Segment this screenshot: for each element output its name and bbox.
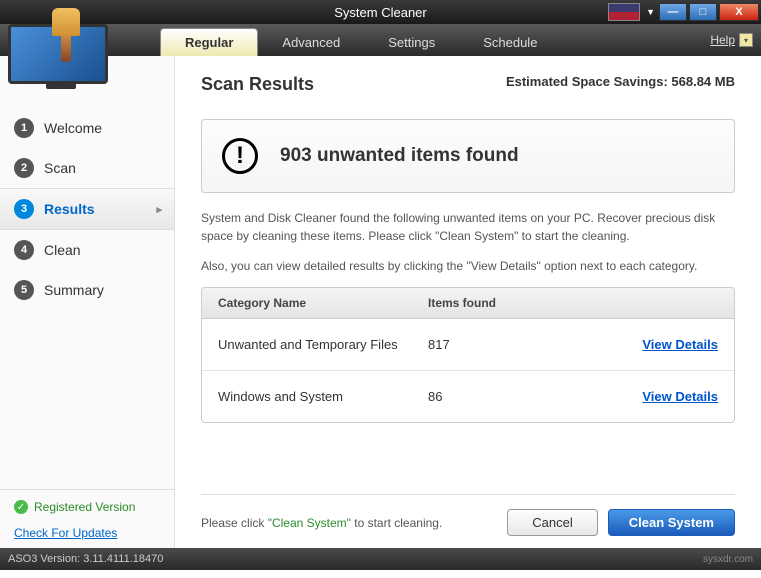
step-number-icon: 3: [14, 199, 34, 219]
version-label: ASO3 Version: 3.11.4111.18470: [8, 553, 163, 565]
footer-row: Please click "Clean System" to start cle…: [201, 494, 735, 536]
cell-category: Windows and System: [218, 389, 428, 404]
cell-items: 817: [428, 337, 588, 352]
sidebar-step-scan[interactable]: 2 Scan: [0, 148, 174, 188]
description-1: System and Disk Cleaner found the follow…: [201, 209, 735, 245]
check-icon: ✓: [14, 500, 28, 514]
cell-items: 86: [428, 389, 588, 404]
app-logo-area: [0, 56, 174, 96]
tab-schedule[interactable]: Schedule: [459, 28, 561, 56]
sidebar: 1 Welcome 2 Scan 3 Results 4 Clean 5 Sum…: [0, 56, 175, 548]
close-button[interactable]: X: [719, 3, 759, 21]
sidebar-step-clean[interactable]: 4 Clean: [0, 230, 174, 270]
help-label: Help: [710, 33, 735, 47]
language-dropdown-icon[interactable]: ▼: [642, 7, 659, 17]
col-header-category: Category Name: [218, 296, 428, 310]
help-dropdown-icon[interactable]: ▾: [739, 33, 753, 47]
cell-category: Unwanted and Temporary Files: [218, 337, 428, 352]
view-details-link[interactable]: View Details: [642, 389, 718, 404]
table-row: Windows and System 86 View Details: [202, 371, 734, 422]
description-2: Also, you can view detailed results by c…: [201, 257, 735, 275]
step-label: Clean: [44, 242, 81, 258]
tab-settings[interactable]: Settings: [364, 28, 459, 56]
tab-advanced[interactable]: Advanced: [258, 28, 364, 56]
clean-system-button[interactable]: Clean System: [608, 509, 735, 536]
window-title: System Cleaner: [334, 5, 426, 20]
registered-version-label: ✓ Registered Version: [14, 500, 160, 514]
status-bar: ASO3 Version: 3.11.4111.18470 sysxdr.com: [0, 548, 761, 570]
maximize-button[interactable]: □: [689, 3, 717, 21]
results-table: Category Name Items found Unwanted and T…: [201, 287, 735, 423]
col-header-items: Items found: [428, 296, 588, 310]
title-bar: System Cleaner ▼ — □ X: [0, 0, 761, 24]
cancel-button[interactable]: Cancel: [507, 509, 597, 536]
check-updates-link[interactable]: Check For Updates: [14, 526, 160, 540]
space-savings-label: Estimated Space Savings: 568.84 MB: [506, 74, 735, 89]
alert-box: ! 903 unwanted items found: [201, 119, 735, 193]
clean-system-hint-link[interactable]: "Clean System": [268, 516, 351, 530]
alert-text: 903 unwanted items found: [280, 145, 519, 167]
footer-hint: Please click "Clean System" to start cle…: [201, 516, 442, 530]
step-number-icon: 2: [14, 158, 34, 178]
watermark: sysxdr.com: [703, 554, 753, 565]
table-row: Unwanted and Temporary Files 817 View De…: [202, 319, 734, 371]
menu-bar: aso Regular Advanced Settings Schedule H…: [0, 24, 761, 56]
view-details-link[interactable]: View Details: [642, 337, 718, 352]
warning-icon: !: [222, 138, 258, 174]
step-label: Results: [44, 201, 95, 217]
sidebar-step-welcome[interactable]: 1 Welcome: [0, 108, 174, 148]
step-number-icon: 5: [14, 280, 34, 300]
content-area: Scan Results Estimated Space Savings: 56…: [175, 56, 761, 548]
sidebar-step-results[interactable]: 3 Results: [0, 188, 174, 230]
step-number-icon: 4: [14, 240, 34, 260]
step-label: Scan: [44, 160, 76, 176]
language-flag-icon[interactable]: [608, 3, 640, 21]
help-menu[interactable]: Help ▾: [710, 24, 753, 56]
page-title: Scan Results: [201, 74, 314, 95]
tab-regular[interactable]: Regular: [160, 28, 258, 56]
step-label: Welcome: [44, 120, 102, 136]
minimize-button[interactable]: —: [659, 3, 687, 21]
brush-icon: [52, 8, 80, 60]
step-number-icon: 1: [14, 118, 34, 138]
sidebar-step-summary[interactable]: 5 Summary: [0, 270, 174, 310]
step-label: Summary: [44, 282, 104, 298]
